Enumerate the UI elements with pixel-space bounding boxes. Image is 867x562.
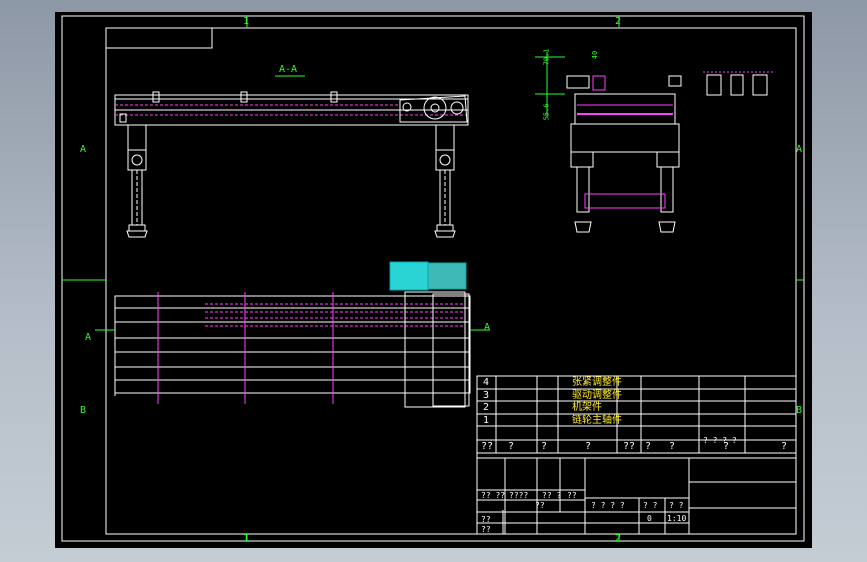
bom-table	[476, 375, 797, 459]
bom-header-3: ?	[585, 441, 592, 452]
tb-cell-6: ??	[481, 525, 491, 534]
bom-header-6: ?	[669, 441, 676, 452]
tb-cell-3: ??	[567, 491, 577, 500]
zone-col-bottom-1: 1	[243, 533, 250, 544]
bom-header-4: ??	[623, 441, 636, 452]
tb-cell-10: 0	[647, 514, 652, 523]
end-view	[535, 52, 773, 233]
zone-row-left-a: A	[80, 144, 87, 155]
plan-view	[114, 261, 471, 408]
tb-cell-7: ? ? ? ?	[591, 501, 625, 510]
zone-row-left-b: B	[80, 405, 87, 416]
bom-row-4-no: 4	[483, 377, 490, 388]
bom-header-1: ?	[508, 441, 515, 452]
corner-box	[106, 28, 213, 49]
bom-row-2-no: 2	[483, 402, 490, 413]
zone-col-bottom-2: 2	[615, 533, 622, 544]
bom-row-1-name: 链轮主轴件	[572, 415, 622, 426]
tb-cell-0: ?? ??	[481, 491, 506, 500]
bom-row-3-name: 驱动调整件	[572, 390, 622, 401]
zone-row-right-a: A	[796, 144, 803, 155]
dim-55: 55.6	[542, 103, 551, 121]
bom-row-1-no: 1	[483, 415, 490, 426]
side-elevation	[114, 75, 469, 238]
bom-row-3-no: 3	[483, 390, 490, 401]
tb-cell-5: ??	[481, 515, 491, 524]
bom-row-4-name: 张紧调整件	[572, 377, 622, 388]
tb-cell-8: ? ?	[643, 501, 658, 510]
drawing-sheet: 1 2 1 2 A B A B A-A A A 70.1 40 55.6 4 张…	[55, 12, 812, 548]
zone-col-top-1: 1	[243, 16, 250, 27]
cut-marker-right: A	[484, 322, 491, 333]
tb-cell-1: ????	[509, 491, 529, 500]
bom-header-8: ?	[781, 441, 788, 452]
bom-header-5: ?	[645, 441, 652, 452]
tb-cell-4: ??	[535, 501, 545, 510]
zone-row-right-b: B	[796, 405, 803, 416]
cad-drawing	[61, 15, 805, 542]
dim-70: 70.1	[542, 48, 551, 66]
dim-40: 40	[591, 50, 600, 60]
cut-marker-left: A	[85, 332, 92, 343]
section-label: A-A	[279, 64, 298, 75]
bom-row-2-name: 机架件	[572, 402, 602, 413]
tb-cell-2: ?? ?	[542, 491, 562, 500]
bom-header-0: ??	[481, 441, 494, 452]
tb-cell-9: ? ?	[669, 501, 684, 510]
tb-cell-11: 1:10	[667, 514, 687, 523]
bom-header-2: ?	[541, 441, 548, 452]
zone-col-top-2: 2	[615, 16, 622, 27]
bom-header-extra: ? ? ? ?	[703, 436, 737, 445]
